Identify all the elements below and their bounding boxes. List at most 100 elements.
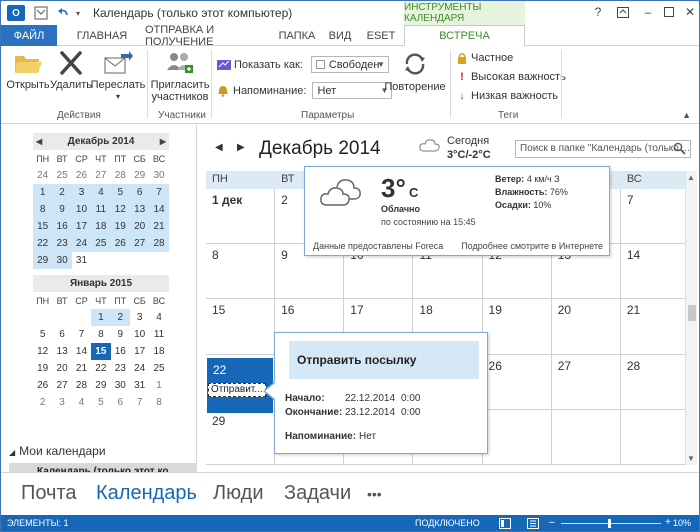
next-period-icon[interactable]: ▶	[237, 142, 245, 153]
mini-calendar-day[interactable]: 10	[130, 326, 149, 343]
day-cell[interactable]: 19	[482, 299, 552, 355]
zoom-slider-thumb[interactable]	[608, 519, 611, 528]
weather-more-link[interactable]: Подробнее смотрите в Интернете	[461, 241, 603, 251]
low-importance-button[interactable]: ↓ Низкая важность	[457, 90, 558, 102]
mini-calendar-day[interactable]: 23	[111, 360, 130, 377]
show-as-select[interactable]: Свободен ▼	[310, 56, 389, 73]
mini-calendar-day[interactable]: 7	[72, 326, 91, 343]
mini-calendar-day[interactable]: 22	[91, 360, 110, 377]
mini-calendar-day[interactable]: 21	[149, 218, 169, 235]
mini-calendar-day[interactable]: 25	[52, 167, 71, 184]
mini-calendar-day[interactable]: 7	[130, 394, 149, 411]
mini-calendar-day[interactable]: 16	[111, 343, 130, 360]
mini-calendar-day[interactable]: 5	[110, 184, 130, 201]
normal-view-icon[interactable]	[499, 518, 511, 529]
mini-calendar-day[interactable]: 28	[149, 235, 169, 252]
mini-calendar-day[interactable]: 28	[72, 377, 91, 394]
mini-calendar-day[interactable]: 14	[72, 343, 91, 360]
mini-calendar-day[interactable]: 31	[72, 252, 91, 269]
mini-calendar-day[interactable]: 6	[52, 326, 71, 343]
mini-calendar-day[interactable]: 4	[72, 394, 91, 411]
mini-calendar-day[interactable]: 21	[72, 360, 91, 377]
help-icon[interactable]: ?	[589, 4, 607, 20]
mini-calendar-day[interactable]: 8	[33, 201, 53, 218]
prev-period-icon[interactable]: ◀	[215, 142, 223, 153]
mini-calendar-day[interactable]: 7	[149, 184, 169, 201]
reminder-select[interactable]: Нет ▼	[312, 82, 393, 99]
mini-calendar-day[interactable]: 29	[130, 167, 149, 184]
mini-calendar-day[interactable]: 15	[33, 218, 53, 235]
mini-calendar-day[interactable]: 3	[52, 394, 71, 411]
mini-calendar-day[interactable]: 26	[72, 167, 91, 184]
mini-calendar-day[interactable]: 27	[52, 377, 71, 394]
mini-calendar-day[interactable]: 2	[110, 309, 130, 326]
minimize-icon[interactable]: –	[639, 4, 657, 20]
day-cell[interactable]: 8	[206, 244, 276, 300]
invite-attendees-button[interactable]: Пригласить участников	[151, 50, 209, 103]
mini-calendar-day[interactable]: 29	[33, 252, 53, 269]
mini-calendar-day[interactable]: 13	[52, 343, 71, 360]
undo-icon[interactable]	[55, 5, 71, 21]
mini-calendar-day[interactable]: 12	[110, 201, 130, 218]
day-cell[interactable]: 14	[620, 244, 690, 300]
day-cell[interactable]: 21	[620, 299, 690, 355]
nav-mail[interactable]: Почта	[21, 482, 77, 505]
mini-calendar-day[interactable]: 22	[33, 235, 53, 252]
mini-calendar-day[interactable]: 8	[149, 394, 168, 411]
qat-customize-icon[interactable]: ▾	[73, 5, 83, 21]
mini-calendar-day[interactable]: 5	[33, 326, 52, 343]
mini-calendar-day[interactable]: 11	[149, 326, 168, 343]
mini-calendar-day[interactable]: 11	[91, 201, 111, 218]
mini-calendar-day[interactable]: 8	[91, 326, 110, 343]
calendar-list-item[interactable]: Календарь (только этот ко	[9, 463, 197, 472]
tab-home[interactable]: ГЛАВНАЯ	[63, 25, 141, 46]
mini-calendar-day[interactable]: 16	[52, 218, 72, 235]
mini-calendar-day[interactable]: 19	[110, 218, 130, 235]
day-cell[interactable]: 26	[482, 354, 552, 410]
mini-calendar-day[interactable]: 29	[91, 377, 110, 394]
day-cell[interactable]	[620, 409, 690, 465]
mini-calendar-day[interactable]: 23	[52, 235, 72, 252]
selected-day-header[interactable]: 22	[207, 358, 273, 381]
open-button[interactable]: Открыть	[6, 50, 50, 91]
day-cell[interactable]	[482, 409, 552, 465]
day-cell[interactable]: 1 дек	[206, 189, 276, 245]
recurrence-button[interactable]: Повторение	[384, 50, 446, 93]
mini-calendar-day[interactable]: 9	[111, 326, 130, 343]
prev-month-icon[interactable]: ◀	[36, 133, 42, 150]
scrollbar-thumb[interactable]	[688, 305, 696, 321]
mini-calendar-day[interactable]: 14	[149, 201, 169, 218]
mini-calendar-day[interactable]: 12	[33, 343, 52, 360]
day-cell[interactable]: 15	[206, 299, 276, 355]
mini-calendar-day[interactable]: 30	[111, 377, 130, 394]
appointment-title[interactable]: Отправить посылку	[285, 341, 479, 379]
mini-calendar-day[interactable]: 5	[91, 394, 110, 411]
mini-calendar-day[interactable]: 27	[91, 167, 110, 184]
mini-calendar-day[interactable]: 10	[71, 201, 92, 218]
mini-calendar-day[interactable]: 30	[52, 252, 72, 269]
scroll-up-icon[interactable]: ▲	[687, 173, 695, 182]
collapse-ribbon-icon[interactable]: ▲	[682, 110, 691, 120]
weather-temperature[interactable]: 3°C/-2°C	[447, 149, 491, 161]
mini-calendar-day[interactable]: 4	[91, 184, 111, 201]
high-importance-button[interactable]: ! Высокая важность	[457, 71, 566, 83]
maximize-icon[interactable]	[660, 4, 678, 20]
mini-calendar-day[interactable]: 24	[71, 235, 92, 252]
tab-view[interactable]: ВИД	[323, 25, 357, 46]
tab-eset[interactable]: ESET	[361, 25, 401, 46]
tab-meeting[interactable]: ВСТРЕЧА	[404, 25, 525, 46]
mini-calendar-day[interactable]: 1	[91, 309, 111, 326]
mini-calendar-day[interactable]: 24	[33, 167, 52, 184]
mini-calendar-day[interactable]: 26	[33, 377, 52, 394]
forward-button[interactable]: Переслать ▾	[91, 50, 145, 103]
mini-calendar-day[interactable]: 18	[91, 218, 111, 235]
mini-calendar-day[interactable]: 4	[149, 309, 168, 326]
nav-more-icon[interactable]: •••	[367, 486, 382, 502]
nav-people[interactable]: Люди	[213, 482, 264, 505]
mini-calendar-day[interactable]: 20	[129, 218, 150, 235]
mini-calendar-day[interactable]: 17	[130, 343, 149, 360]
day-cell[interactable]: 27	[551, 354, 621, 410]
mini-calendar-day[interactable]: 19	[33, 360, 52, 377]
tab-send-receive[interactable]: ОТПРАВКА И ПОЛУЧЕНИЕ	[145, 24, 271, 48]
delete-button[interactable]: Удалить	[50, 50, 92, 91]
